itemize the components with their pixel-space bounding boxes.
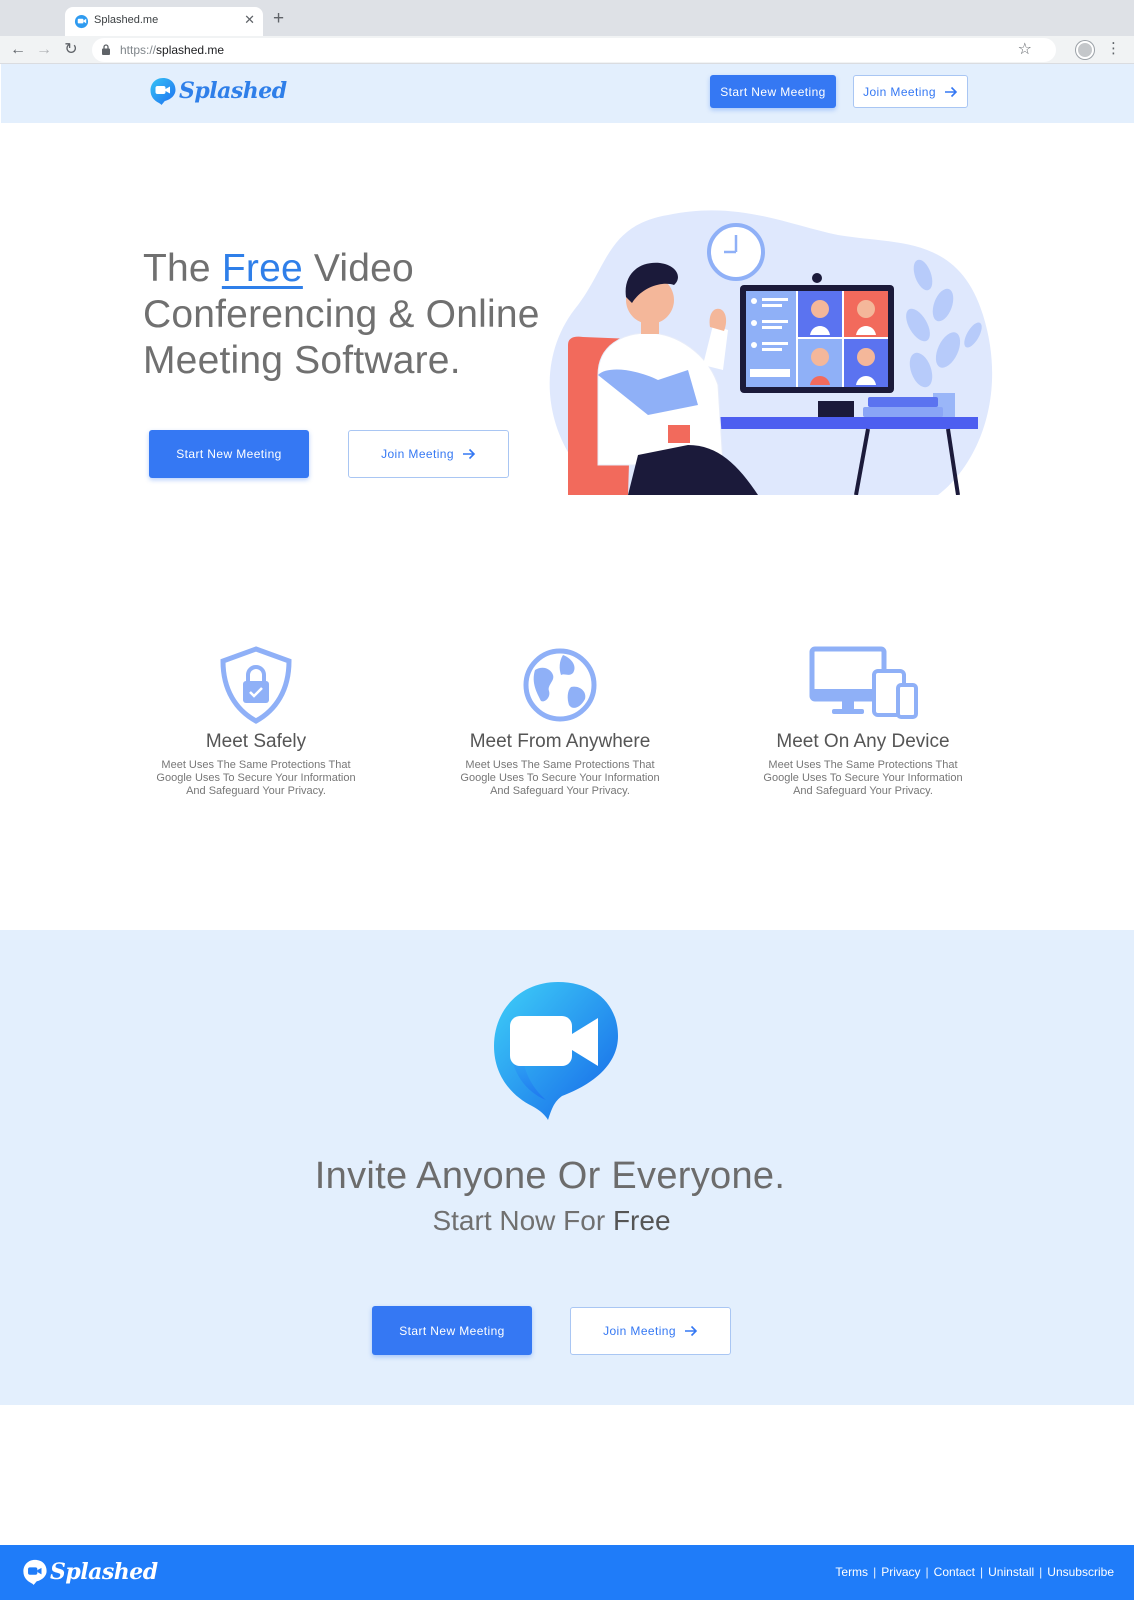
- header-join-label: Join Meeting: [863, 84, 936, 99]
- profile-avatar[interactable]: [1076, 41, 1094, 59]
- splashed-favicon-icon: [74, 14, 89, 29]
- cta-join-label: Join Meeting: [603, 1324, 676, 1338]
- feature-meet-from-anywhere: Meet From Anywhere Meet Uses The Same Pr…: [430, 645, 690, 798]
- hero-start-label: Start New Meeting: [176, 447, 282, 461]
- browser-menu-icon[interactable]: ⋮: [1106, 40, 1121, 58]
- cta-title: Invite Anyone Or Everyone.: [314, 1155, 786, 1197]
- hero-title-free: Free: [221, 247, 303, 290]
- devices-icon: [809, 646, 918, 719]
- hero-video-call-illustration: [549, 210, 993, 495]
- arrow-right-icon: [684, 1325, 698, 1337]
- hero-join-meeting-button[interactable]: Join Meeting: [348, 430, 509, 478]
- footer-link-contact[interactable]: Contact: [934, 1565, 975, 1579]
- bookmark-star-icon[interactable]: ☆: [1018, 39, 1032, 59]
- feature-title: Meet From Anywhere: [469, 731, 651, 752]
- footer-link-unsubscribe[interactable]: Unsubscribe: [1047, 1565, 1114, 1579]
- footer-link-uninstall[interactable]: Uninstall: [988, 1565, 1034, 1579]
- site-header: Splashed Start New Meeting Join Meeting: [1, 64, 1134, 123]
- feature-description: Meet Uses The Same Protections That Goog…: [763, 759, 963, 797]
- url-scheme: https://: [120, 43, 157, 57]
- feature-meet-on-any-device: Meet On Any Device Meet Uses The Same Pr…: [733, 645, 993, 798]
- globe-icon: [523, 648, 597, 722]
- new-tab-icon[interactable]: +: [273, 9, 284, 29]
- feature-description: Meet Uses The Same Protections That Goog…: [460, 759, 660, 797]
- cta-subtitle-pre: Start Now For: [432, 1205, 606, 1236]
- browser-chrome: Splashed.me ✕ + ← → ↻ https://splashed.m…: [0, 0, 1134, 64]
- feature-description: Meet Uses The Same Protections That Goog…: [156, 759, 356, 797]
- shield-lock-icon: [220, 646, 292, 724]
- header-start-meeting-button[interactable]: Start New Meeting: [710, 75, 836, 108]
- footer-separator: |: [1039, 1565, 1043, 1579]
- splashed-logo-icon: [23, 1559, 47, 1585]
- feature-title: Meet On Any Device: [776, 731, 950, 752]
- url-host: splashed.me: [156, 43, 225, 57]
- arrow-right-icon: [944, 86, 958, 97]
- header-start-label: Start New Meeting: [720, 84, 826, 99]
- footer-separator: |: [873, 1565, 877, 1579]
- feature-meet-safely: Meet Safely Meet Uses The Same Protectio…: [126, 645, 386, 798]
- cta-start-label: Start New Meeting: [399, 1323, 505, 1338]
- close-tab-icon[interactable]: ✕: [244, 12, 255, 28]
- footer-link-terms[interactable]: Terms: [835, 1565, 868, 1579]
- footer-logo-text: Splashed: [50, 1559, 158, 1585]
- forward-icon[interactable]: →: [34, 40, 54, 60]
- cta-join-meeting-button[interactable]: Join Meeting: [570, 1307, 731, 1355]
- arrow-right-icon: [462, 448, 476, 460]
- browser-tab[interactable]: Splashed.me ✕: [65, 7, 263, 36]
- splashed-logo-icon: [150, 78, 176, 105]
- feature-title: Meet Safely: [205, 731, 307, 752]
- site-footer: Splashed Terms | Privacy | Contact | Uni…: [0, 1545, 1134, 1600]
- hero-join-label: Join Meeting: [381, 447, 454, 461]
- cta-subtitle-free: Free: [612, 1205, 671, 1236]
- footer-separator: |: [925, 1565, 929, 1579]
- splashed-big-logo-icon: [494, 982, 618, 1120]
- hero-title-pre: The: [143, 247, 211, 290]
- footer-separator: |: [980, 1565, 984, 1579]
- footer-links: Terms | Privacy | Contact | Uninstall | …: [835, 1565, 1114, 1579]
- tab-strip: Splashed.me ✕ +: [0, 0, 1134, 36]
- cta-start-meeting-button[interactable]: Start New Meeting: [372, 1306, 532, 1355]
- footer-link-privacy[interactable]: Privacy: [881, 1565, 920, 1579]
- cta-subtitle: Start Now For Free: [0, 1205, 1103, 1237]
- logo-text: Splashed: [179, 78, 287, 104]
- footer-logo[interactable]: Splashed: [22, 1558, 158, 1586]
- reload-icon[interactable]: ↻: [61, 40, 81, 60]
- tab-title: Splashed.me: [94, 14, 159, 26]
- header-join-meeting-button[interactable]: Join Meeting: [853, 75, 968, 108]
- hero-start-meeting-button[interactable]: Start New Meeting: [149, 430, 309, 478]
- hero-title: The Free Video Conferencing & Online Mee…: [143, 246, 563, 384]
- lock-icon: [102, 44, 110, 55]
- url-text: https://splashed.me: [120, 43, 224, 57]
- back-icon[interactable]: ←: [8, 40, 28, 60]
- address-bar[interactable]: https://splashed.me ☆: [92, 38, 1056, 62]
- header-logo[interactable]: Splashed: [149, 77, 287, 105]
